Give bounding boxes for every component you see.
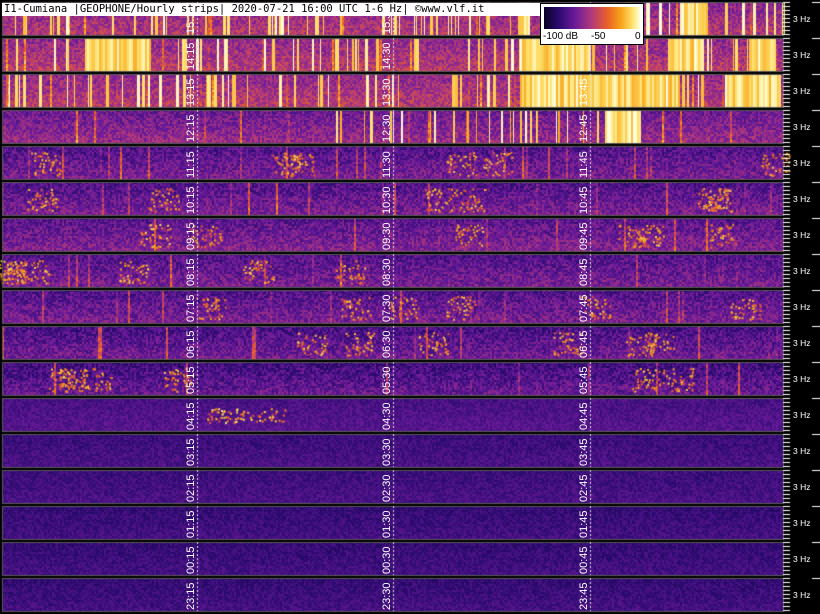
strip-time-label: 08:30 [381, 258, 393, 286]
strip-time-label: 01:15 [185, 510, 197, 538]
strip-time-label: 11:45 [578, 151, 590, 178]
frequency-label: 3 Hz [793, 554, 811, 564]
strip-time-label: 09:15 [185, 222, 197, 250]
strip-time-label: 12:45 [578, 114, 590, 142]
strip-time-label: 23:15 [185, 582, 197, 610]
strip-time-label: 11:30 [381, 151, 393, 178]
frequency-label: 3 Hz [793, 410, 811, 420]
strip-time-label: 02:30 [381, 474, 393, 502]
strip-time-label: 12:30 [381, 114, 393, 142]
strip-time-label: 10:45 [578, 186, 590, 214]
frequency-label: 3 Hz [793, 338, 811, 348]
colorbar-min-label: -100 dB [543, 31, 579, 42]
strip-time-label: 00:15 [185, 546, 197, 574]
frequency-label: 3 Hz [793, 194, 811, 204]
strip-time-label: 06:45 [578, 330, 590, 358]
strip-time-label: 07:30 [381, 294, 393, 322]
strip-time-label: 14:15 [185, 42, 197, 70]
strip-time-label: 10:15 [185, 186, 197, 214]
frequency-label: 3 Hz [793, 122, 811, 132]
spectrogram-canvas [0, 0, 820, 614]
colorbar-mid-label: -50 [591, 31, 606, 42]
strip-time-label: 09:45 [578, 222, 590, 250]
frequency-label: 3 Hz [793, 266, 811, 276]
strip-time-label: 07:15 [185, 294, 197, 322]
strip-time-label: 04:15 [185, 402, 197, 430]
strip-time-label: 15:15 [185, 6, 197, 34]
strip-time-label: 03:15 [185, 438, 197, 466]
spectrogram-title: I1-Cumiana |GEOPHONE/Hourly strips| 2020… [2, 3, 540, 16]
strip-time-label: 03:30 [381, 438, 393, 466]
strip-time-label: 15:30 [381, 6, 393, 34]
frequency-label: 3 Hz [793, 482, 811, 492]
strip-time-label: 08:45 [578, 258, 590, 286]
frequency-label: 3 Hz [793, 590, 811, 600]
strip-time-label: 12:15 [185, 114, 197, 142]
strip-time-label: 07:45 [578, 294, 590, 322]
strip-time-label: 08:15 [185, 258, 197, 286]
strip-time-label: 11:15 [185, 151, 197, 178]
colorbar-gradient [544, 7, 640, 29]
strip-time-label: 23:45 [578, 582, 590, 610]
frequency-label: 3 Hz [793, 446, 811, 456]
strip-time-label: 05:30 [381, 366, 393, 394]
colorbar-legend: -100 dB -50 0 [540, 3, 644, 45]
strip-time-label: 00:45 [578, 546, 590, 574]
strip-time-label: 02:45 [578, 474, 590, 502]
frequency-label: 3 Hz [793, 518, 811, 528]
strip-time-label: 01:45 [578, 510, 590, 538]
strip-time-label: 06:15 [185, 330, 197, 358]
strip-time-label: 13:15 [185, 78, 197, 106]
strip-time-label: 00:30 [381, 546, 393, 574]
frequency-label: 3 Hz [793, 302, 811, 312]
colorbar-max-label: 0 [635, 31, 641, 42]
strip-time-label: 02:15 [185, 474, 197, 502]
strip-time-label: 09:30 [381, 222, 393, 250]
strip-time-label: 05:15 [185, 366, 197, 394]
strip-time-label: 23:30 [381, 582, 393, 610]
strip-time-label: 01:30 [381, 510, 393, 538]
strip-time-label: 14:30 [381, 42, 393, 70]
strip-time-label: 05:45 [578, 366, 590, 394]
strip-time-label: 10:30 [381, 186, 393, 214]
strip-time-label: 13:30 [381, 78, 393, 106]
frequency-label: 3 Hz [793, 50, 811, 60]
strip-time-label: 04:30 [381, 402, 393, 430]
frequency-label: 3 Hz [793, 158, 811, 168]
strip-time-label: 04:45 [578, 402, 590, 430]
frequency-label: 3 Hz [793, 14, 811, 24]
frequency-label: 3 Hz [793, 374, 811, 384]
strip-time-label: 06:30 [381, 330, 393, 358]
strip-time-label: 13:45 [578, 78, 590, 106]
frequency-label: 3 Hz [793, 86, 811, 96]
frequency-label: 3 Hz [793, 230, 811, 240]
strip-time-label: 03:45 [578, 438, 590, 466]
